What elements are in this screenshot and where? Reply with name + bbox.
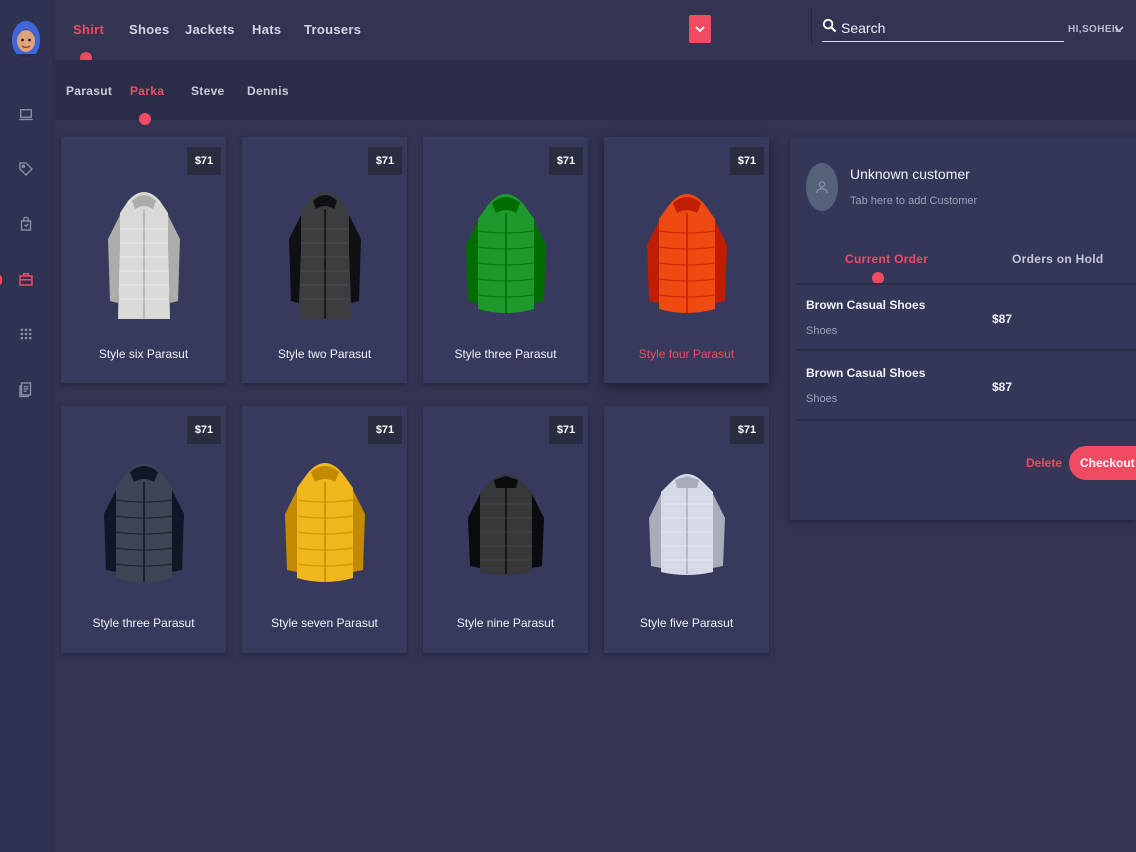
product-card[interactable]: $71 Style three Parasut [423,137,588,383]
shopping-bag-icon[interactable] [15,213,37,235]
subtab-parasut[interactable]: Parasut [66,84,112,98]
product-card[interactable]: $71 Style six Parasut [61,137,226,383]
search-placeholder: Search [841,20,886,36]
category-tab-trousers[interactable]: Trousers [304,22,361,37]
category-tab-hats[interactable]: Hats [252,22,281,37]
laptop-icon[interactable] [15,104,37,126]
price-badge: $71 [549,147,583,175]
price-badge: $71 [368,416,402,444]
grid-icon[interactable] [15,323,37,345]
product-title: Style seven Parasut [271,616,378,630]
checkout-button[interactable]: Checkout [1069,446,1136,480]
product-title: Style five Parasut [639,616,734,630]
jacket-image [98,448,190,598]
sidebar [0,0,54,852]
tag-icon[interactable] [15,158,37,180]
jacket-image [98,179,190,329]
product-card[interactable]: $71 Style two Parasut [242,137,407,383]
tab-orders-on-hold[interactable]: Orders on Hold [1012,252,1104,266]
price-badge: $71 [187,147,221,175]
item-name: Brown Casual Shoes [806,298,926,312]
product-title: Style four Parasut [638,347,735,361]
chevron-down-icon [695,26,705,33]
jacket-image [641,448,733,598]
avatar-face-icon [12,21,40,59]
price-badge: $71 [730,147,764,175]
sub-category-bar: Parasut Parka Steve Dennis [55,60,1136,125]
item-name: Brown Casual Shoes [806,366,926,380]
category-tab-shirt[interactable]: Shirt [73,22,104,37]
product-card[interactable]: $71 Style nine Parasut [423,406,588,653]
jacket-image [279,179,371,329]
jacket-image [279,448,371,598]
subtab-dennis[interactable]: Dennis [247,84,289,98]
product-title: Style two Parasut [277,347,372,361]
category-dropdown-button[interactable] [689,15,711,43]
product-card[interactable]: $71 Style three Parasut [61,406,226,653]
divider [811,8,812,46]
order-panel: Unknown customer Tab here to add Custome… [790,138,1136,520]
avatar[interactable] [12,21,40,59]
jacket-image [460,448,552,598]
tab-current-order[interactable]: Current Order [845,252,928,266]
price-badge: $71 [730,416,764,444]
price-badge: $71 [368,147,402,175]
item-price: $87 [992,380,1013,394]
briefcase-icon[interactable] [15,268,37,290]
item-price: $87 [992,312,1013,326]
subtab-parka[interactable]: Parka [130,84,164,98]
order-line-item[interactable]: Brown Casual Shoes Shoes $87 [796,283,1136,351]
customer-name[interactable]: Unknown customer [850,166,970,182]
chevron-down-icon[interactable] [1114,21,1124,39]
product-title: Style three Parasut [92,616,195,630]
user-icon [816,181,828,194]
search-input[interactable]: Search [822,16,1064,42]
product-title: Style six Parasut [98,347,189,361]
category-tab-shoes[interactable]: Shoes [129,22,170,37]
jacket-image [460,179,552,329]
delete-button[interactable]: Delete [1026,456,1062,470]
active-subtab-indicator [139,113,151,125]
item-category: Shoes [806,393,838,405]
price-badge: $71 [187,416,221,444]
jacket-image [641,179,733,329]
category-tab-jackets[interactable]: Jackets [185,22,235,37]
search-icon [822,18,837,38]
product-card-selected[interactable]: $71 Style four Parasut [604,137,769,383]
active-indicator [0,275,2,285]
product-title: Style nine Parasut [456,616,555,630]
product-title: Style three Parasut [454,347,557,361]
order-line-item[interactable]: Brown Casual Shoes Shoes $87 [796,353,1136,421]
product-card[interactable]: $71 Style five Parasut [604,406,769,653]
product-card[interactable]: $71 Style seven Parasut [242,406,407,653]
price-badge: $71 [549,416,583,444]
customer-hint[interactable]: Tab here to add Customer [850,195,977,207]
customer-avatar[interactable] [806,163,838,211]
document-icon[interactable] [15,378,37,400]
item-category: Shoes [806,325,838,337]
top-bar: Shirt Shoes Jackets Hats Trousers Search… [55,0,1136,64]
subtab-steve[interactable]: Steve [191,84,225,98]
